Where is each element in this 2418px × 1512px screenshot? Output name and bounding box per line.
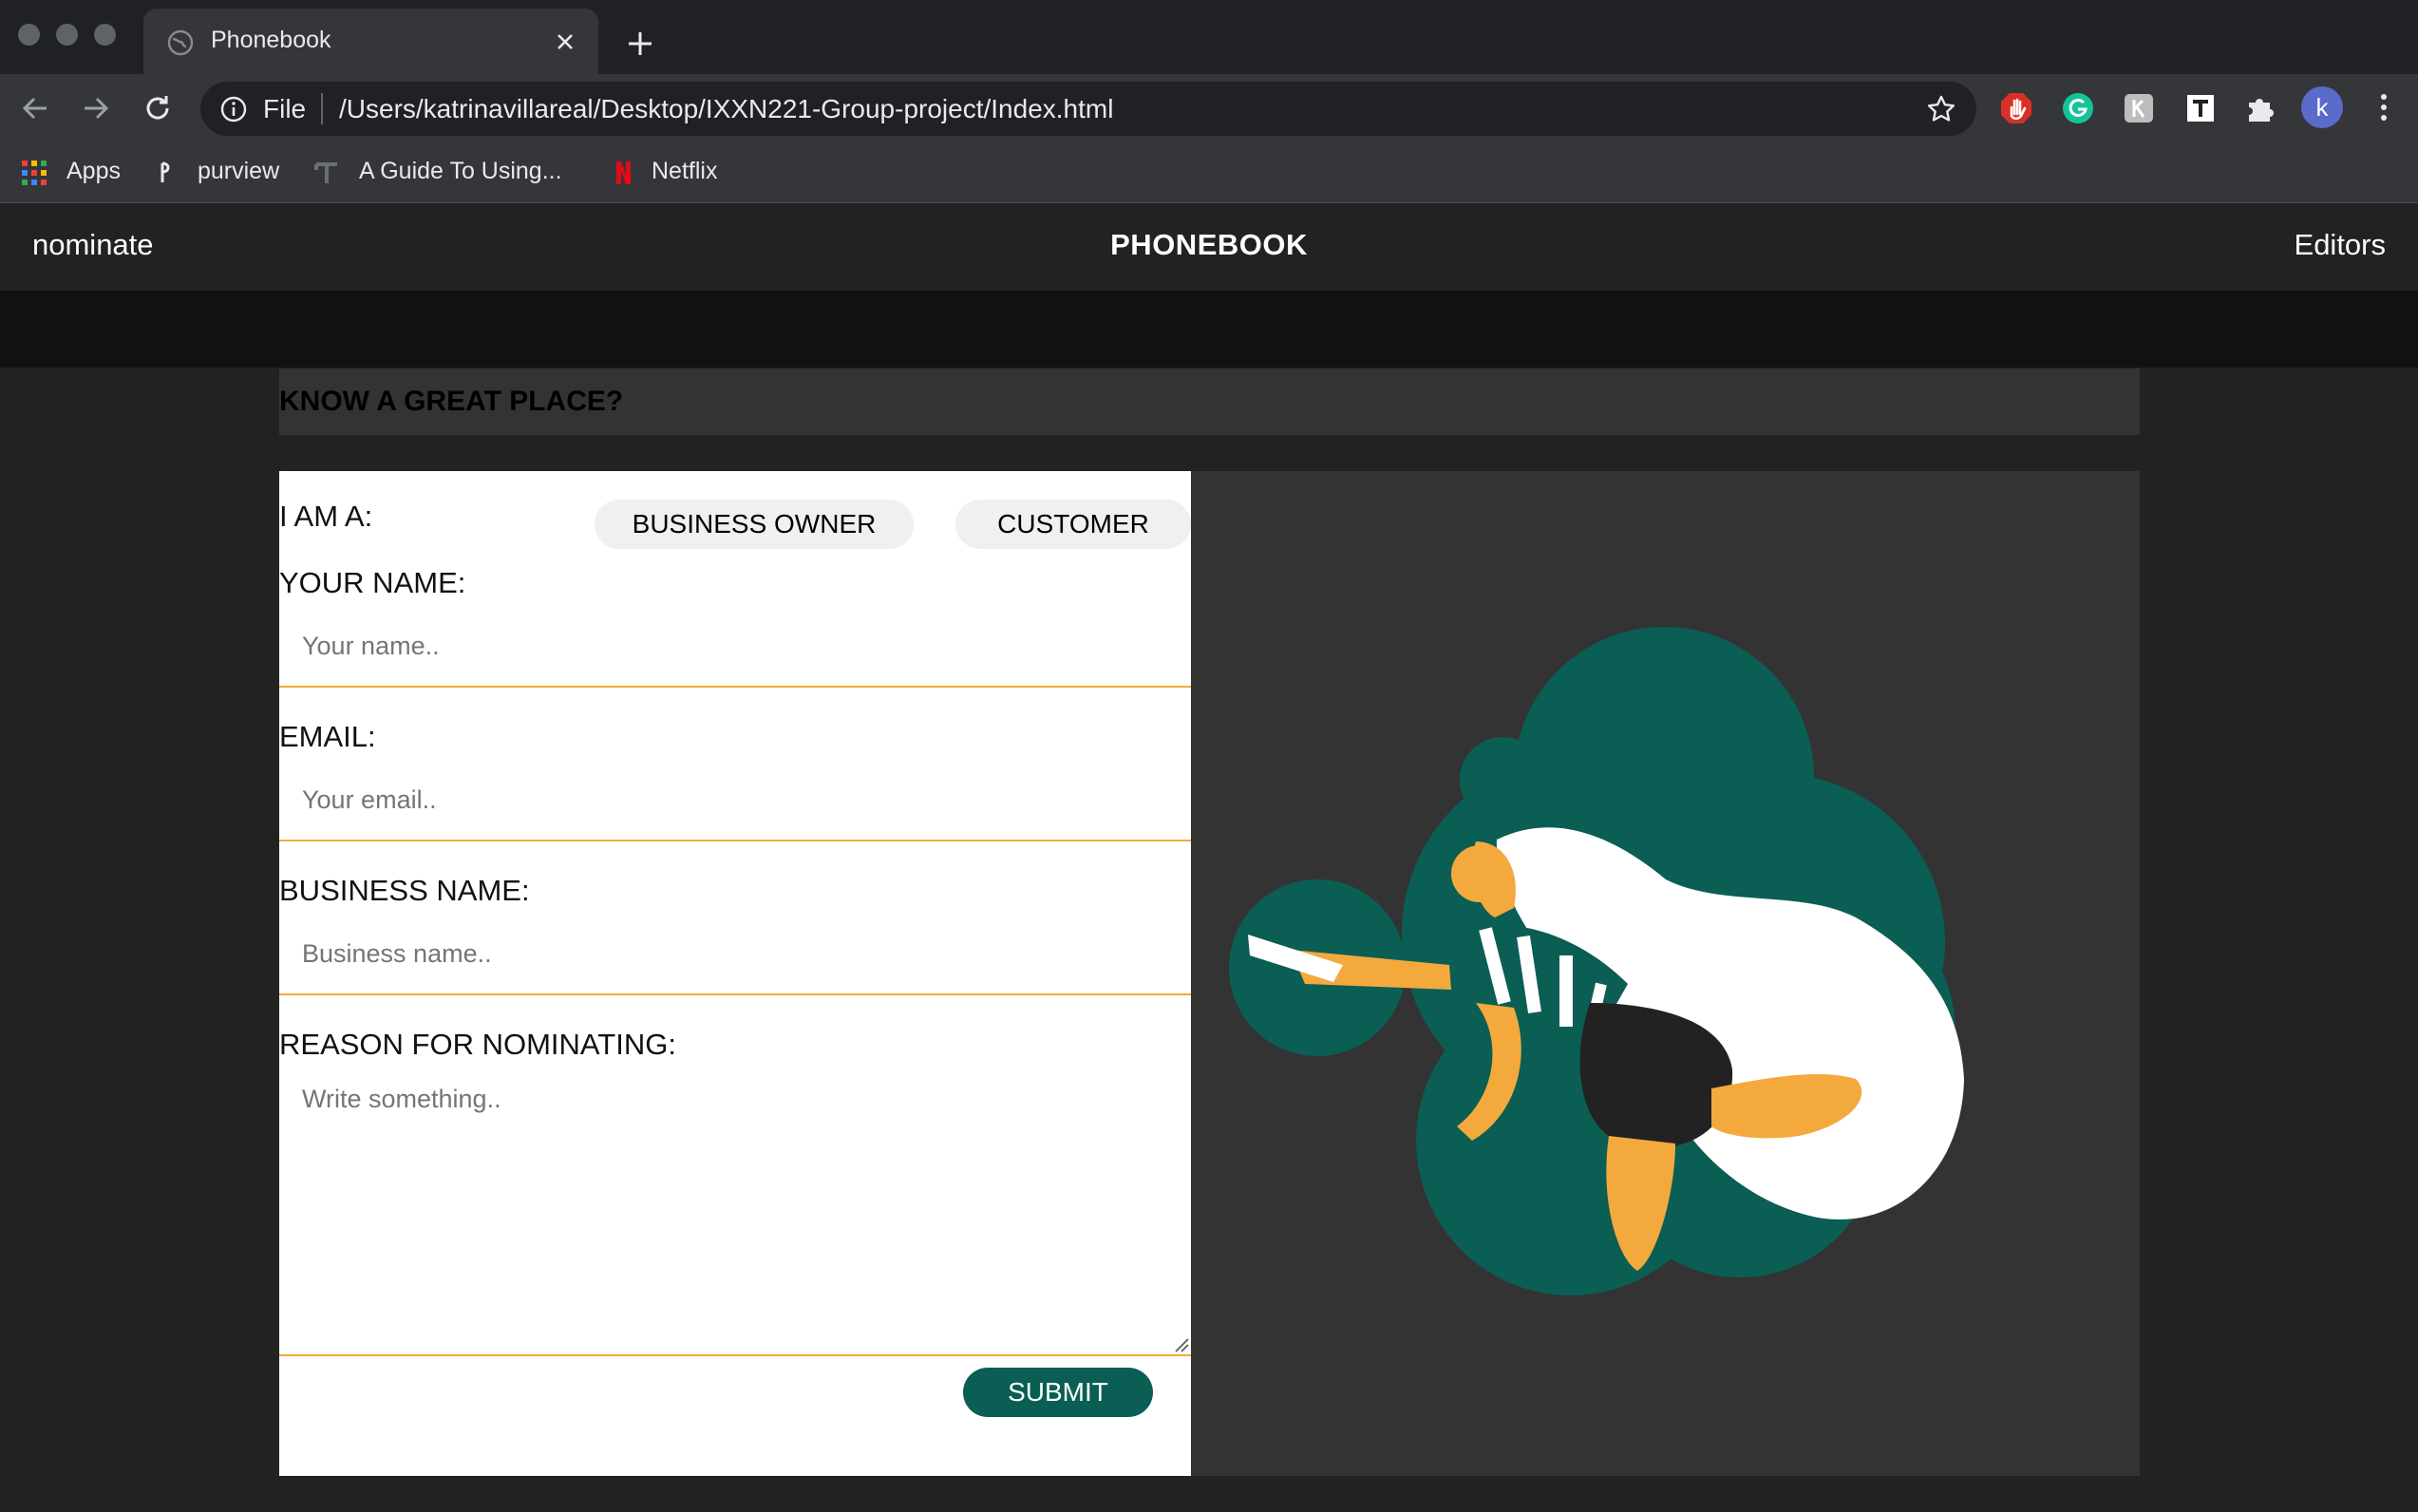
adblock-icon[interactable] bbox=[1999, 91, 2033, 125]
close-icon[interactable] bbox=[553, 29, 577, 54]
back-arrow-icon[interactable] bbox=[18, 91, 52, 125]
info-icon[interactable] bbox=[219, 95, 248, 123]
netflix-icon bbox=[616, 161, 631, 184]
window-zoom-dot[interactable] bbox=[94, 24, 116, 46]
typora-icon[interactable] bbox=[2183, 91, 2218, 125]
bookmark-label: Apps bbox=[66, 158, 121, 184]
bookmark-netflix[interactable]: Netflix bbox=[610, 154, 743, 192]
guide-icon bbox=[314, 162, 337, 183]
bookmark-star-icon[interactable] bbox=[1925, 93, 1957, 125]
business-name-input[interactable] bbox=[279, 914, 1191, 995]
site-brand[interactable]: PHONEBOOK bbox=[0, 228, 2418, 262]
nav-link-editors[interactable]: Editors bbox=[2295, 228, 2386, 262]
reload-icon[interactable] bbox=[141, 91, 175, 125]
bookmarks-bar: Apps purview A Guide To Using... Netflix bbox=[0, 142, 2418, 203]
profile-avatar[interactable]: k bbox=[2301, 86, 2343, 128]
kami-icon[interactable] bbox=[2122, 91, 2156, 125]
new-tab-plus-icon[interactable] bbox=[623, 27, 657, 61]
bookmark-label: A Guide To Using... bbox=[359, 158, 562, 184]
address-separator bbox=[321, 93, 323, 124]
bookmark-label: Netflix bbox=[652, 158, 718, 184]
browser-toolbar: File /Users/katrinavillareal/Desktop/IXX… bbox=[0, 74, 2418, 142]
role-business-owner-button[interactable]: BUSINESS OWNER bbox=[595, 500, 914, 549]
grammarly-icon[interactable] bbox=[2061, 91, 2095, 125]
section-banner: KNOW A GREAT PLACE? bbox=[279, 369, 2140, 435]
globe-icon bbox=[167, 29, 194, 56]
reason-label: REASON FOR NOMINATING: bbox=[279, 1028, 676, 1061]
browser-tab[interactable]: Phonebook bbox=[143, 9, 598, 74]
business-name-label: BUSINESS NAME: bbox=[279, 874, 530, 907]
web-page: nominate PHONEBOOK Editors KNOW A GREAT … bbox=[0, 203, 2418, 1512]
forward-arrow-icon[interactable] bbox=[79, 91, 113, 125]
apps-grid-icon bbox=[22, 161, 47, 185]
header-band bbox=[0, 291, 2418, 368]
bookmark-apps[interactable]: Apps bbox=[21, 154, 135, 192]
role-customer-button[interactable]: CUSTOMER bbox=[955, 500, 1191, 549]
tab-title: Phonebook bbox=[211, 27, 331, 53]
url-text[interactable]: /Users/katrinavillareal/Desktop/IXXN221-… bbox=[339, 94, 1113, 124]
role-label: I AM A: bbox=[279, 500, 373, 533]
purview-icon bbox=[161, 161, 170, 182]
bookmark-label: purview bbox=[198, 158, 280, 184]
bookmark-purview[interactable]: purview bbox=[154, 154, 296, 192]
more-menu-icon[interactable] bbox=[2370, 91, 2398, 123]
section-heading: KNOW A GREAT PLACE? bbox=[279, 386, 624, 417]
window-minimize-dot[interactable] bbox=[56, 24, 78, 46]
browser-tab-strip: Phonebook bbox=[0, 0, 2418, 74]
illustration-panel bbox=[1191, 471, 2140, 1476]
name-label: YOUR NAME: bbox=[279, 566, 466, 599]
name-input[interactable] bbox=[279, 606, 1191, 688]
flying-person-illustration bbox=[1229, 627, 1964, 1295]
puzzle-icon[interactable] bbox=[2243, 91, 2277, 125]
bookmark-guide[interactable]: A Guide To Using... bbox=[313, 154, 570, 192]
submit-button[interactable]: SUBMIT bbox=[963, 1368, 1153, 1417]
window-close-dot[interactable] bbox=[18, 24, 40, 46]
address-bar[interactable]: File /Users/katrinavillareal/Desktop/IXX… bbox=[200, 82, 1976, 136]
nomination-form: I AM A: BUSINESS OWNER CUSTOMER YOUR NAM… bbox=[279, 471, 1191, 1476]
site-header: nominate PHONEBOOK Editors bbox=[0, 203, 2418, 291]
resize-handle-icon[interactable] bbox=[1172, 1335, 1189, 1352]
email-label: EMAIL: bbox=[279, 720, 376, 753]
file-scheme-label: File bbox=[263, 94, 307, 123]
email-input[interactable] bbox=[279, 760, 1191, 841]
reason-textarea[interactable] bbox=[279, 1068, 1191, 1356]
